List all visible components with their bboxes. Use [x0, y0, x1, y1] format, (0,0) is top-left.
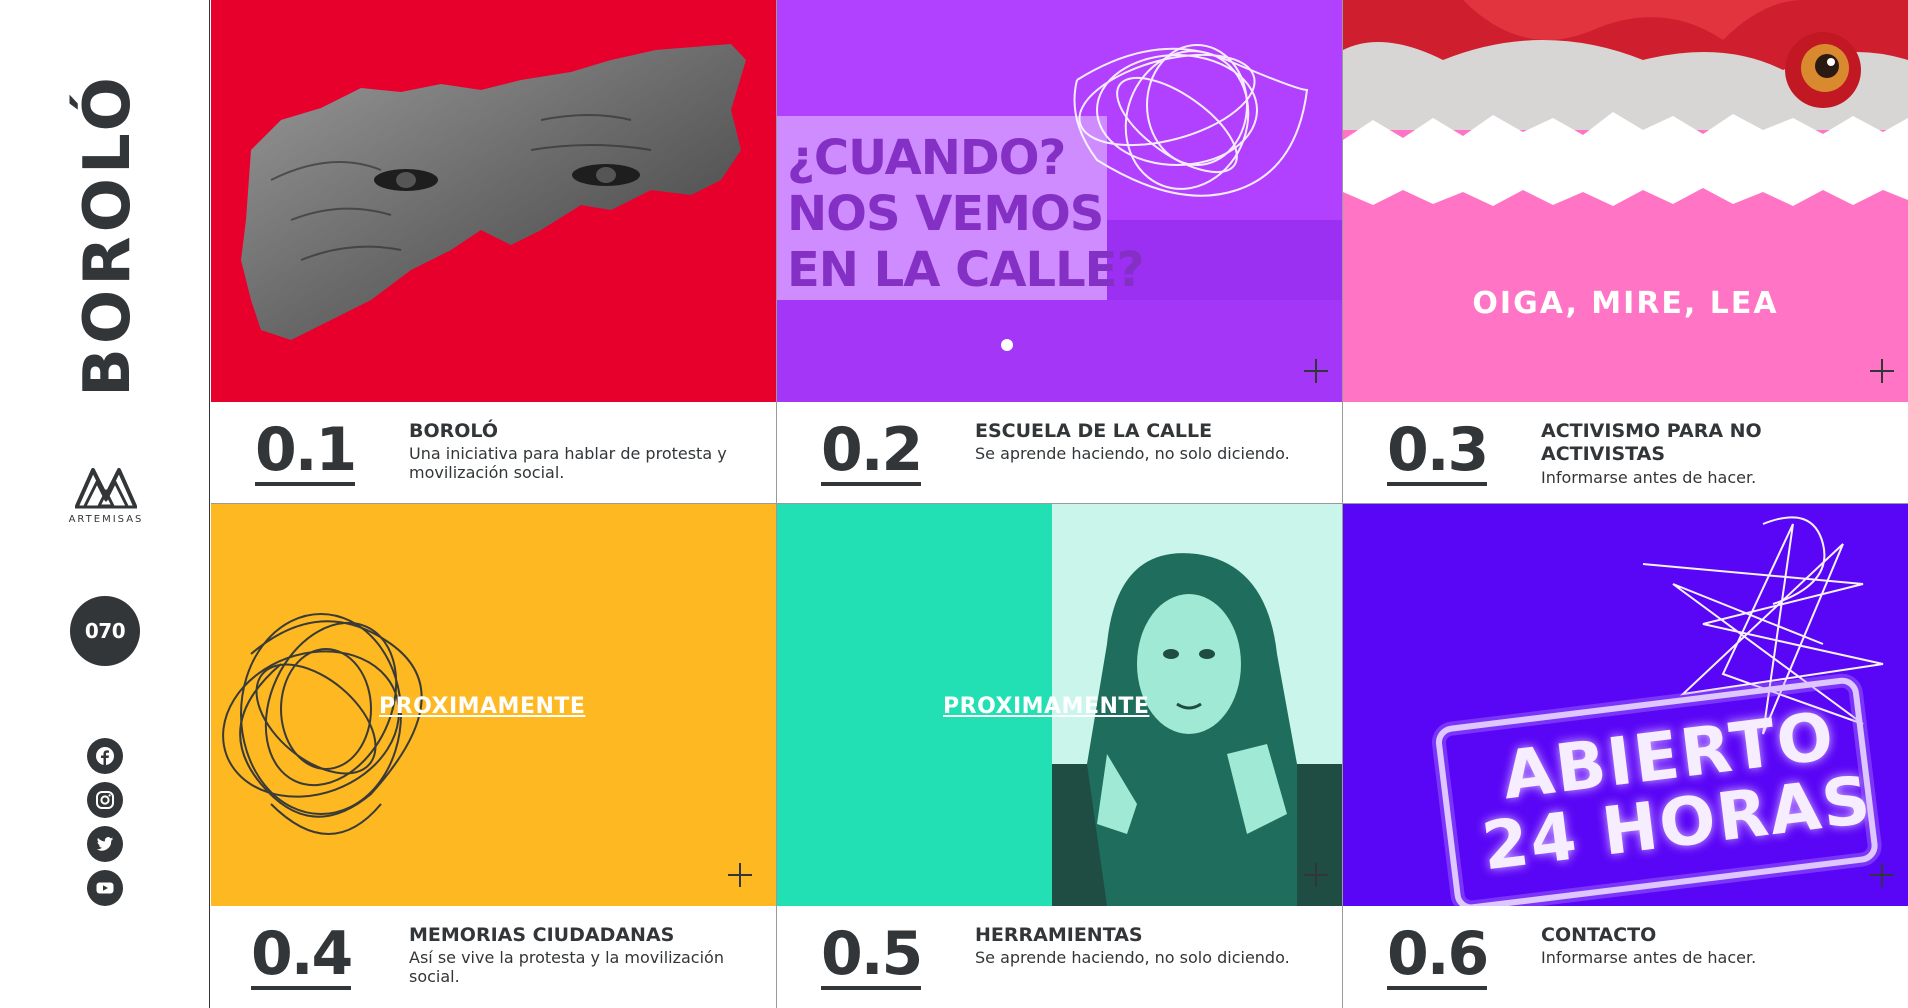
card-caption: 0.1 BOROLÓ Una iniciativa para hablar de… [211, 402, 776, 503]
card-caption: 0.2 ESCUELA DE LA CALLE Se aprende hacie… [777, 402, 1342, 503]
site-logo[interactable]: BOROLÓ [56, 70, 160, 400]
coming-soon-label: PROXIMAMENTE [943, 694, 1150, 719]
sidebar: BOROLÓ ARTEMISAS 070 [0, 0, 210, 1008]
card-number: 0.1 [255, 415, 357, 486]
card-description: Una iniciativa para hablar de protesta y… [409, 444, 727, 483]
site-logo-text: BOROLÓ [71, 73, 145, 397]
card-number: 0.2 [821, 415, 923, 486]
card-description: Se aprende haciendo, no solo diciendo. [975, 948, 1290, 967]
expand-plus-icon[interactable] [1304, 359, 1328, 383]
street-sign-text: ¿CUANDO? NOS VEMOS EN LA CALLE? [787, 130, 1144, 298]
counter-badge: 070 [70, 596, 140, 666]
instagram-icon [96, 791, 114, 809]
card-description: Informarse antes de hacer. [1541, 468, 1757, 487]
card-caption: 0.4 MEMORIAS CIUDADANAS Así se vive la p… [211, 906, 776, 1008]
facebook-link[interactable] [87, 738, 123, 774]
card-caption: 0.6 CONTACTO Informarse antes de hacer. [1343, 906, 1908, 1008]
twitter-link[interactable] [87, 826, 123, 862]
card-caption: 0.5 HERRAMIENTAS Se aprende haciendo, no… [777, 906, 1342, 1008]
card-caption: 0.3 ACTIVISMO PARA NO ACTIVISTAS Informa… [1343, 402, 1908, 503]
expand-plus-icon[interactable] [1870, 359, 1894, 383]
project-card-01[interactable]: 0.1 BOROLÓ Una iniciativa para hablar de… [211, 0, 777, 504]
sign-line: NOS VEMOS [787, 186, 1104, 242]
partner-logo[interactable]: ARTEMISAS [64, 462, 148, 525]
youtube-link[interactable] [87, 870, 123, 906]
project-card-06[interactable]: ABIERTO 24 HORAS 0.6 CONTACTO Informarse… [1343, 504, 1908, 1008]
card-image-face [211, 0, 776, 402]
sign-line: ¿CUANDO? [787, 130, 1066, 186]
youtube-icon [96, 882, 114, 894]
facebook-icon [96, 747, 114, 765]
partner-name: ARTEMISAS [68, 514, 144, 525]
projects-grid: 0.1 BOROLÓ Una iniciativa para hablar de… [211, 0, 1908, 1008]
card-number: 0.4 [251, 919, 353, 990]
project-card-04[interactable]: PROXIMAMENTE 0.4 MEMORIAS CIUDADANAS Así… [211, 504, 777, 1008]
sign-line: EN LA CALLE? [787, 242, 1144, 298]
card-image-neon-sign: ABIERTO 24 HORAS [1343, 504, 1908, 906]
twitter-icon [96, 837, 114, 851]
torn-face-photo [241, 44, 746, 340]
rooster-photo [1343, 0, 1908, 206]
card-number: 0.6 [1387, 919, 1489, 990]
card-title: BOROLÓ [409, 420, 498, 442]
overlay-headline: OIGA, MIRE, LEA [1472, 286, 1779, 321]
card-description: Así se vive la protesta y la movilizació… [409, 948, 724, 987]
expand-plus-icon[interactable] [1304, 863, 1328, 887]
coming-soon-label: PROXIMAMENTE [379, 694, 586, 719]
card-image-portrait: PROXIMAMENTE [777, 504, 1342, 906]
card-number: 0.3 [1387, 415, 1489, 486]
card-image-rooster: OIGA, MIRE, LEA [1343, 0, 1908, 402]
card-description: Informarse antes de hacer. [1541, 948, 1757, 967]
card-image-street-sign: ¿CUANDO? NOS VEMOS EN LA CALLE? [777, 0, 1342, 402]
instagram-link[interactable] [87, 782, 123, 818]
card-number: 0.5 [821, 919, 923, 990]
project-card-03[interactable]: OIGA, MIRE, LEA 0.3 ACTIVISMO PARA NO AC… [1343, 0, 1908, 504]
card-title: HERRAMIENTAS [975, 924, 1143, 946]
card-description: Se aprende haciendo, no solo diciendo. [975, 444, 1290, 463]
project-card-02[interactable]: ¿CUANDO? NOS VEMOS EN LA CALLE? 0.2 ESCU… [777, 0, 1343, 504]
card-title: ACTIVISMO PARA NO ACTIVISTAS [1541, 420, 1762, 465]
expand-plus-icon[interactable] [728, 863, 752, 887]
expand-plus-icon[interactable] [1870, 863, 1894, 887]
card-title: CONTACTO [1541, 924, 1657, 946]
artemisas-logo-icon [75, 468, 137, 509]
card-title: MEMORIAS CIUDADANAS [409, 924, 675, 946]
project-card-05[interactable]: PROXIMAMENTE 0.5 HERRAMIENTAS Se aprende… [777, 504, 1343, 1008]
card-image-scribble: PROXIMAMENTE [211, 504, 776, 906]
card-title: ESCUELA DE LA CALLE [975, 420, 1213, 442]
